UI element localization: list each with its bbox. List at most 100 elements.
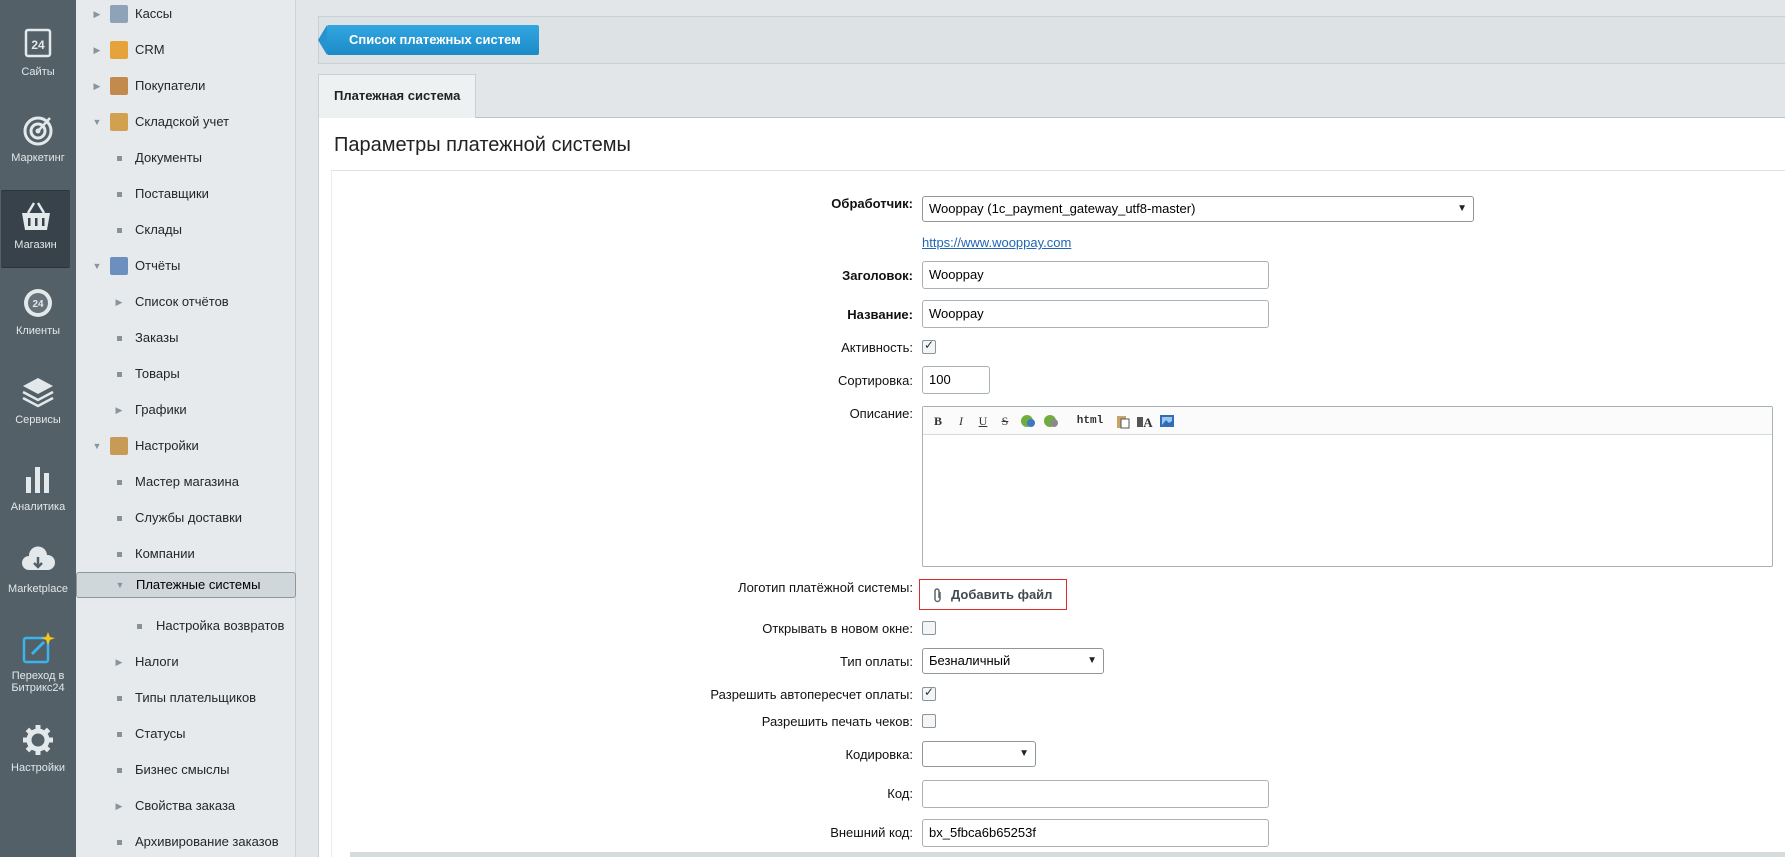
rail-label: Маркетинг (11, 152, 65, 164)
rail-item-settings[interactable]: Настройки (0, 722, 76, 774)
menu-item[interactable]: Типы плательщиков (76, 680, 296, 716)
page-title: Параметры платежной системы (334, 134, 631, 156)
handler-select[interactable]: Wooppay (1c_payment_gateway_utf8-master)… (922, 196, 1474, 222)
tab-payment-system[interactable]: Платежная система (318, 74, 477, 118)
bullet-icon (117, 768, 122, 773)
collapse-arrow-icon[interactable]: ▶ (113, 284, 125, 320)
menu-item[interactable]: ▼ Складской учет (76, 104, 296, 140)
payment-systems-list-button[interactable]: Список платежных систем (318, 25, 539, 55)
new-window-label: Открывать в новом окне: (762, 621, 913, 636)
menu-item-label: Покупатели (135, 78, 206, 93)
rail-item-services[interactable]: Сервисы (0, 374, 76, 426)
rail-item-marketing[interactable]: Маркетинг (0, 112, 76, 164)
collapse-arrow-icon[interactable]: ▶ (113, 644, 125, 680)
menu-item[interactable]: ▶ Список отчётов (76, 284, 296, 320)
menu-item[interactable]: Заказы (76, 320, 296, 356)
rail-item-bitrix24[interactable]: Переход в Битрикс24 (0, 630, 76, 694)
menu-item-label: Склады (135, 222, 182, 237)
active-checkbox[interactable]: ✓ (922, 338, 936, 354)
bullet-icon (117, 156, 122, 161)
rail-item-analytics[interactable]: Аналитика (0, 461, 76, 513)
menu-item-label: Типы плательщиков (135, 690, 257, 705)
expand-arrow-icon[interactable]: ▼ (114, 573, 126, 597)
new-window-checkbox[interactable] (922, 621, 936, 635)
svg-text:24: 24 (32, 299, 44, 310)
menu-item[interactable]: Настройка возвратов (76, 608, 296, 644)
expand-arrow-icon[interactable]: ▼ (91, 248, 103, 284)
menu-item-label: Складской учет (135, 114, 230, 129)
name-input[interactable]: Wooppay (922, 300, 1269, 328)
menu-item[interactable]: ▶ Налоги (76, 644, 296, 680)
menu-item[interactable]: Документы (76, 140, 296, 176)
collapse-arrow-icon[interactable]: ▶ (91, 32, 103, 68)
menu-item-label: Настройка возвратов (156, 618, 285, 633)
menu-item[interactable]: ▶ CRM (76, 32, 296, 68)
rail-item-marketplace[interactable]: Marketplace (0, 543, 76, 595)
reports-icon (110, 257, 128, 275)
expand-arrow-icon[interactable]: ▼ (91, 104, 103, 140)
menu-item[interactable]: ▼ Платежные системы (76, 572, 296, 598)
description-editor[interactable]: B I U S html A (922, 406, 1773, 567)
menu-item-label: Поставщики (135, 186, 209, 201)
menu-item[interactable]: Бизнес смыслы (76, 752, 296, 788)
rail-item-clients[interactable]: 24 Клиенты (0, 285, 76, 337)
menu-item-label: Компании (135, 546, 195, 561)
italic-icon[interactable]: I (954, 413, 968, 429)
menu-item[interactable]: Архивирование заказов (76, 824, 296, 857)
menu-item[interactable]: Компании (76, 536, 296, 572)
expand-arrow-icon[interactable]: ▼ (91, 428, 103, 464)
bold-icon[interactable]: B (931, 413, 945, 429)
external-code-input[interactable]: bx_5fbca6b65253f (922, 819, 1269, 847)
insert-link-icon[interactable] (1020, 413, 1036, 429)
menu-item[interactable]: Склады (76, 212, 296, 248)
rail-item-sites[interactable]: 24 Сайты (0, 26, 76, 78)
remove-link-icon[interactable] (1043, 413, 1059, 429)
underline-icon[interactable]: U (976, 413, 990, 429)
paperclip-icon (934, 588, 941, 603)
menu-item[interactable]: ▶ Графики (76, 392, 296, 428)
font-icon[interactable]: A (1136, 413, 1154, 429)
editor-toolbar: B I U S html A (923, 407, 1772, 435)
menu-item[interactable]: ▶ Покупатели (76, 68, 296, 104)
menu-item[interactable]: Поставщики (76, 176, 296, 212)
insert-image-icon[interactable] (1159, 413, 1175, 429)
buyers-icon (110, 77, 128, 95)
add-file-button[interactable]: Добавить файл (919, 579, 1067, 610)
bullet-icon (117, 840, 122, 845)
payment-type-value: Безналичный (929, 653, 1011, 668)
payment-type-select[interactable]: Безналичный ▼ (922, 648, 1104, 674)
basket-icon (21, 202, 50, 230)
encoding-select[interactable]: ▼ (922, 741, 1036, 767)
handler-link[interactable]: https://www.wooppay.com (922, 235, 1071, 250)
menu-item[interactable]: Статусы (76, 716, 296, 752)
collapse-arrow-icon[interactable]: ▶ (113, 788, 125, 824)
strikethrough-icon[interactable]: S (998, 413, 1012, 429)
html-mode-button[interactable]: html (1075, 413, 1105, 429)
menu-item[interactable]: Товары (76, 356, 296, 392)
menu-item[interactable]: ▶ Свойства заказа (76, 788, 296, 824)
auto-recalc-checkbox[interactable]: ✓ (922, 685, 936, 701)
heading-label: Заголовок: (842, 268, 913, 283)
menu-item[interactable]: Службы доставки (76, 500, 296, 536)
code-label: Код: (887, 786, 913, 801)
collapse-arrow-icon[interactable]: ▶ (113, 392, 125, 428)
print-checks-checkbox[interactable] (922, 714, 936, 728)
heading-input[interactable]: Wooppay (922, 261, 1269, 289)
collapse-arrow-icon[interactable]: ▶ (91, 68, 103, 104)
menu-item[interactable]: ▶ Кассы (76, 0, 296, 32)
menu-item[interactable]: Мастер магазина (76, 464, 296, 500)
menu-item[interactable]: ▼ Отчёты (76, 248, 296, 284)
sort-input[interactable]: 100 (922, 366, 990, 394)
sort-label: Сортировка: (838, 373, 913, 388)
rail-label: Настройки (11, 762, 65, 774)
menu-item[interactable]: ▼ Настройки (76, 428, 296, 464)
rail-label-line2: Битрикс24 (11, 682, 65, 694)
collapse-arrow-icon[interactable]: ▶ (91, 0, 103, 32)
menu-item-label: Документы (135, 150, 203, 165)
rail-label: Аналитика (10, 501, 66, 513)
cash-register-icon (110, 5, 128, 23)
code-input[interactable] (922, 780, 1269, 808)
layers-icon (22, 378, 54, 408)
rail-item-shop[interactable]: Магазин (1, 190, 70, 268)
paste-icon[interactable] (1115, 413, 1131, 429)
